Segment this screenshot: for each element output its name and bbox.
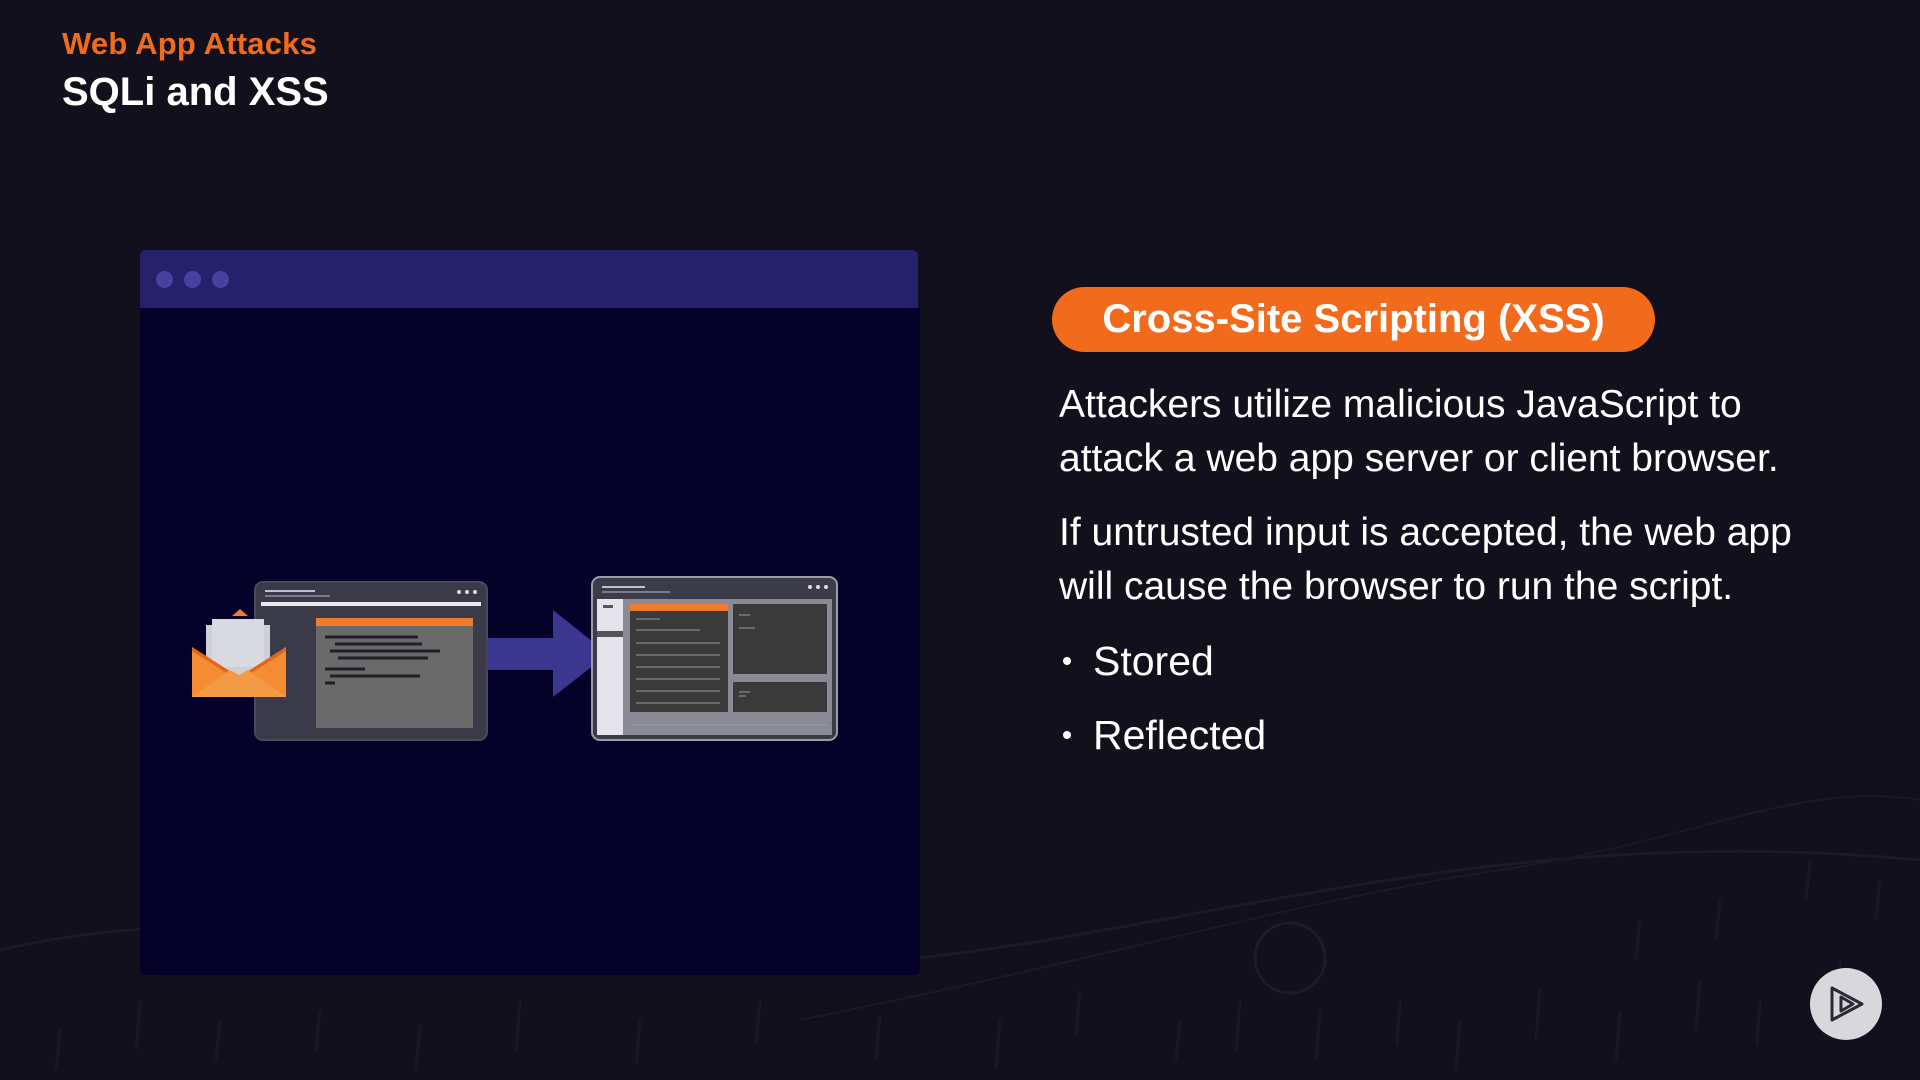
- xss-flow-illustration: [192, 576, 838, 741]
- list-item: Reflected: [1059, 708, 1852, 762]
- description-paragraph: If untrusted input is accepted, the web …: [1059, 511, 1792, 608]
- arrow-right-icon: [487, 610, 608, 697]
- browser-illustration: [140, 250, 920, 975]
- content-panel: Cross-Site Scripting (XSS) Attackers uti…: [1052, 287, 1852, 782]
- list-item: Stored: [1059, 634, 1852, 688]
- xss-types-list: Stored Reflected: [1059, 634, 1852, 762]
- slide-title: SQLi and XSS: [62, 70, 329, 114]
- slide-header: Web App Attacks SQLi and XSS: [62, 26, 329, 115]
- browser-title-bar: [140, 250, 918, 308]
- description-paragraph: Attackers utilize malicious JavaScript t…: [1059, 383, 1779, 480]
- module-subtitle: Web App Attacks: [62, 26, 318, 61]
- bullet-icon: [1063, 657, 1071, 665]
- window-dot-icon: [184, 271, 201, 288]
- bullet-icon: [1063, 731, 1071, 739]
- victim-window-icon: [591, 576, 838, 741]
- list-item-label: Reflected: [1093, 712, 1267, 758]
- play-logo-icon: [1830, 986, 1864, 1022]
- window-dot-icon: [212, 271, 229, 288]
- window-dot-icon: [156, 271, 173, 288]
- play-logo-button[interactable]: [1810, 968, 1882, 1040]
- list-item-label: Stored: [1093, 638, 1214, 684]
- topic-badge: Cross-Site Scripting (XSS): [1052, 287, 1655, 352]
- attacker-window-icon: [254, 581, 488, 741]
